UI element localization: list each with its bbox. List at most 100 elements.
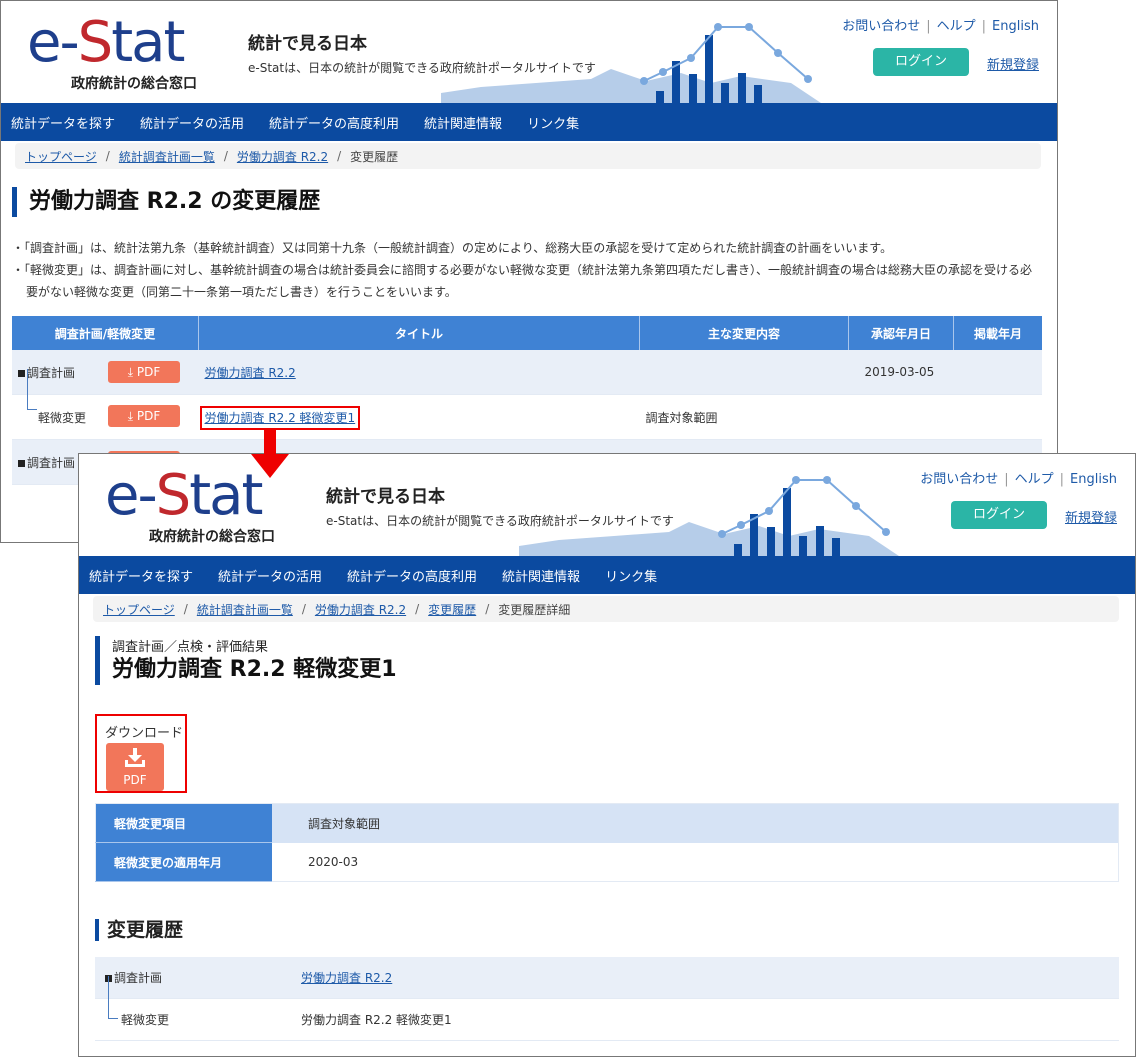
pdf-download-button[interactable]: PDF bbox=[106, 743, 164, 791]
nav-advanced-use[interactable]: 統計データの高度利用 bbox=[269, 113, 399, 132]
breadcrumb-top[interactable]: トップページ bbox=[25, 148, 97, 165]
detail-row: 軽微変更項目 調査対象範囲 bbox=[95, 803, 1119, 843]
nav-related-info[interactable]: 統計関連情報 bbox=[502, 566, 580, 585]
col-type: 調査計画/軽微変更 bbox=[12, 316, 199, 350]
pdf-download-button[interactable]: ⤓ PDF bbox=[108, 405, 180, 427]
breadcrumb-survey[interactable]: 労働力調査 R2.2 bbox=[237, 148, 328, 165]
login-button[interactable]: ログイン bbox=[951, 501, 1047, 529]
breadcrumb-history[interactable]: 変更履歴 bbox=[428, 601, 476, 618]
detail-label: 軽微変更項目 bbox=[95, 803, 272, 843]
tree-node-icon bbox=[18, 369, 25, 377]
row-type: 調査計画 bbox=[27, 455, 76, 470]
table-row: 軽微変更 ⤓ PDF 労働力調査 R2.2 軽微変更1 調査対象範囲 bbox=[12, 369, 1042, 440]
row-change bbox=[639, 350, 849, 395]
change-detail-window: e-Stat 政府統計の総合窓口 統計で見る日本 e-Statは、日本の統計が閲… bbox=[78, 453, 1136, 1057]
col-change: 主な変更内容 bbox=[639, 316, 849, 350]
site-header: e-Stat 政府統計の総合窓口 統計で見る日本 e-Statは、日本の統計が閲… bbox=[79, 454, 1135, 556]
col-title: タイトル bbox=[198, 316, 640, 350]
main-nav: 統計データを探す 統計データの活用 統計データの高度利用 統計関連情報 リンク集 bbox=[79, 556, 1135, 594]
download-section: ダウンロード PDF bbox=[95, 714, 187, 793]
help-link[interactable]: ヘルプ bbox=[937, 19, 976, 34]
site-header: e-Stat 政府統計の総合窓口 統計で見る日本 e-Statは、日本の統計が閲… bbox=[1, 1, 1057, 103]
breadcrumb-top[interactable]: トップページ bbox=[103, 601, 175, 618]
detail-value: 調査対象範囲 bbox=[272, 803, 1119, 843]
download-icon bbox=[125, 748, 145, 767]
site-title: 統計で見る日本 bbox=[326, 487, 445, 507]
estat-logo[interactable]: e-Stat 政府統計の総合窓口 bbox=[105, 468, 285, 548]
red-arrow-icon bbox=[251, 430, 289, 478]
tree-node-icon bbox=[18, 459, 25, 467]
breadcrumb: トップページ / 統計調査計画一覧 / 労働力調査 R2.2/ 変更履歴 bbox=[15, 143, 1041, 169]
english-link[interactable]: English bbox=[992, 19, 1039, 34]
history-type: 調査計画 bbox=[114, 971, 163, 985]
breadcrumb: トップページ / 統計調査計画一覧 / 労働力調査 R2.2/ 変更履歴 / 変更履歴… bbox=[93, 596, 1119, 622]
col-approved: 承認年月日 bbox=[848, 316, 954, 350]
row-approved-date bbox=[848, 394, 954, 440]
english-link[interactable]: English bbox=[1070, 472, 1117, 487]
breadcrumb-current: 変更履歴詳細 bbox=[498, 602, 571, 617]
contact-link[interactable]: お問い合わせ bbox=[920, 472, 998, 487]
help-link[interactable]: ヘルプ bbox=[1015, 472, 1054, 487]
nav-find-data[interactable]: 統計データを探す bbox=[89, 566, 193, 585]
logo-s: S bbox=[155, 463, 192, 528]
nav-use-data[interactable]: 統計データの活用 bbox=[140, 113, 244, 132]
tree-connector bbox=[27, 369, 37, 410]
row-approved-date: 2019-03-05 bbox=[848, 350, 954, 395]
history-type: 軽微変更 bbox=[121, 1013, 170, 1027]
pdf-download-button[interactable]: ⤓ PDF bbox=[108, 361, 180, 383]
detail-row: 軽微変更の適用年月 2020-03 bbox=[95, 842, 1119, 882]
survey-plan-link[interactable]: 労働力調査 R2.2 bbox=[205, 366, 296, 380]
register-link[interactable]: 新規登録 bbox=[1065, 507, 1117, 526]
page-subtitle: 調査計画／点検・評価結果 bbox=[112, 640, 269, 655]
logo-e: e- bbox=[27, 10, 80, 75]
logo-subtitle: 政府統計の総合窓口 bbox=[149, 529, 275, 545]
top-links: お問い合わせ | ヘルプ | English bbox=[920, 472, 1117, 487]
row-posted bbox=[953, 350, 1042, 395]
table-row: 調査計画 ⤓ PDF 労働力調査 R2.2 2019-03-05 bbox=[12, 350, 1042, 395]
detail-value: 2020-03 bbox=[308, 854, 359, 869]
nav-find-data[interactable]: 統計データを探す bbox=[11, 113, 115, 132]
row-posted bbox=[953, 394, 1042, 440]
nav-use-data[interactable]: 統計データの活用 bbox=[218, 566, 322, 585]
logo-subtitle: 政府統計の総合窓口 bbox=[71, 76, 197, 92]
top-links: お問い合わせ | ヘルプ | English bbox=[842, 19, 1039, 34]
breadcrumb-plan-list[interactable]: 統計調査計画一覧 bbox=[197, 601, 293, 618]
detail-label: 軽微変更の適用年月 bbox=[95, 842, 272, 882]
register-link[interactable]: 新規登録 bbox=[987, 54, 1039, 73]
history-row: 軽微変更 労働力調査 R2.2 軽微変更1 bbox=[95, 976, 1119, 1041]
note-item: ・「調査計画」は、統計法第九条（基幹統計調査）又は同第十九条（一般統計調査）の定… bbox=[12, 241, 893, 255]
history-table: 調査計画 労働力調査 R2.2 軽微変更 労働力調査 R2.2 軽微変更1 bbox=[95, 957, 1119, 1041]
login-button[interactable]: ログイン bbox=[873, 48, 969, 76]
table-header-row: 調査計画/軽微変更 タイトル 主な変更内容 承認年月日 掲載年月 bbox=[12, 316, 1042, 350]
main-nav: 統計データを探す 統計データの活用 統計データの高度利用 統計関連情報 リンク集 bbox=[1, 103, 1057, 141]
col-posted: 掲載年月 bbox=[953, 316, 1042, 350]
nav-links[interactable]: リンク集 bbox=[605, 566, 657, 585]
survey-plan-link[interactable]: 労働力調査 R2.2 bbox=[301, 971, 392, 985]
detail-table: 軽微変更項目 調査対象範囲 軽微変更の適用年月 2020-03 bbox=[95, 803, 1119, 882]
notes: ・「調査計画」は、統計法第九条（基幹統計調査）又は同第十九条（一般統計調査）の定… bbox=[12, 237, 1042, 303]
page-title: 労働力調査 R2.2 軽微変更1 bbox=[112, 657, 397, 682]
nav-advanced-use[interactable]: 統計データの高度利用 bbox=[347, 566, 477, 585]
estat-logo[interactable]: e-Stat 政府統計の総合窓口 bbox=[27, 15, 207, 95]
history-row: 調査計画 労働力調査 R2.2 bbox=[95, 957, 1119, 999]
download-label: ダウンロード bbox=[105, 726, 184, 741]
minor-change-link[interactable]: 労働力調査 R2.2 軽微変更1 bbox=[199, 405, 361, 430]
breadcrumb-survey[interactable]: 労働力調査 R2.2 bbox=[315, 601, 406, 618]
history-title: 労働力調査 R2.2 軽微変更1 bbox=[291, 998, 1119, 1041]
nav-links[interactable]: リンク集 bbox=[527, 113, 579, 132]
breadcrumb-current: 変更履歴 bbox=[350, 149, 399, 164]
header-chart-illustration bbox=[519, 476, 899, 556]
pdf-label: PDF bbox=[123, 773, 147, 787]
logo-s: S bbox=[77, 10, 114, 75]
contact-link[interactable]: お問い合わせ bbox=[842, 19, 920, 34]
note-item: ・「軽微変更」は、調査計画に対し、基幹統計調査の場合は統計委員会に諮問する必要が… bbox=[12, 263, 1033, 299]
logo-e: e- bbox=[105, 463, 158, 528]
history-heading: 変更履歴 bbox=[95, 919, 183, 941]
page-title-block: 調査計画／点検・評価結果 労働力調査 R2.2 軽微変更1 bbox=[95, 636, 1135, 685]
row-type: 軽微変更 bbox=[38, 410, 87, 425]
site-title: 統計で見る日本 bbox=[248, 34, 367, 54]
logo-tat: tat bbox=[111, 10, 185, 75]
header-chart-illustration bbox=[441, 23, 821, 103]
nav-related-info[interactable]: 統計関連情報 bbox=[424, 113, 502, 132]
breadcrumb-plan-list[interactable]: 統計調査計画一覧 bbox=[119, 148, 215, 165]
